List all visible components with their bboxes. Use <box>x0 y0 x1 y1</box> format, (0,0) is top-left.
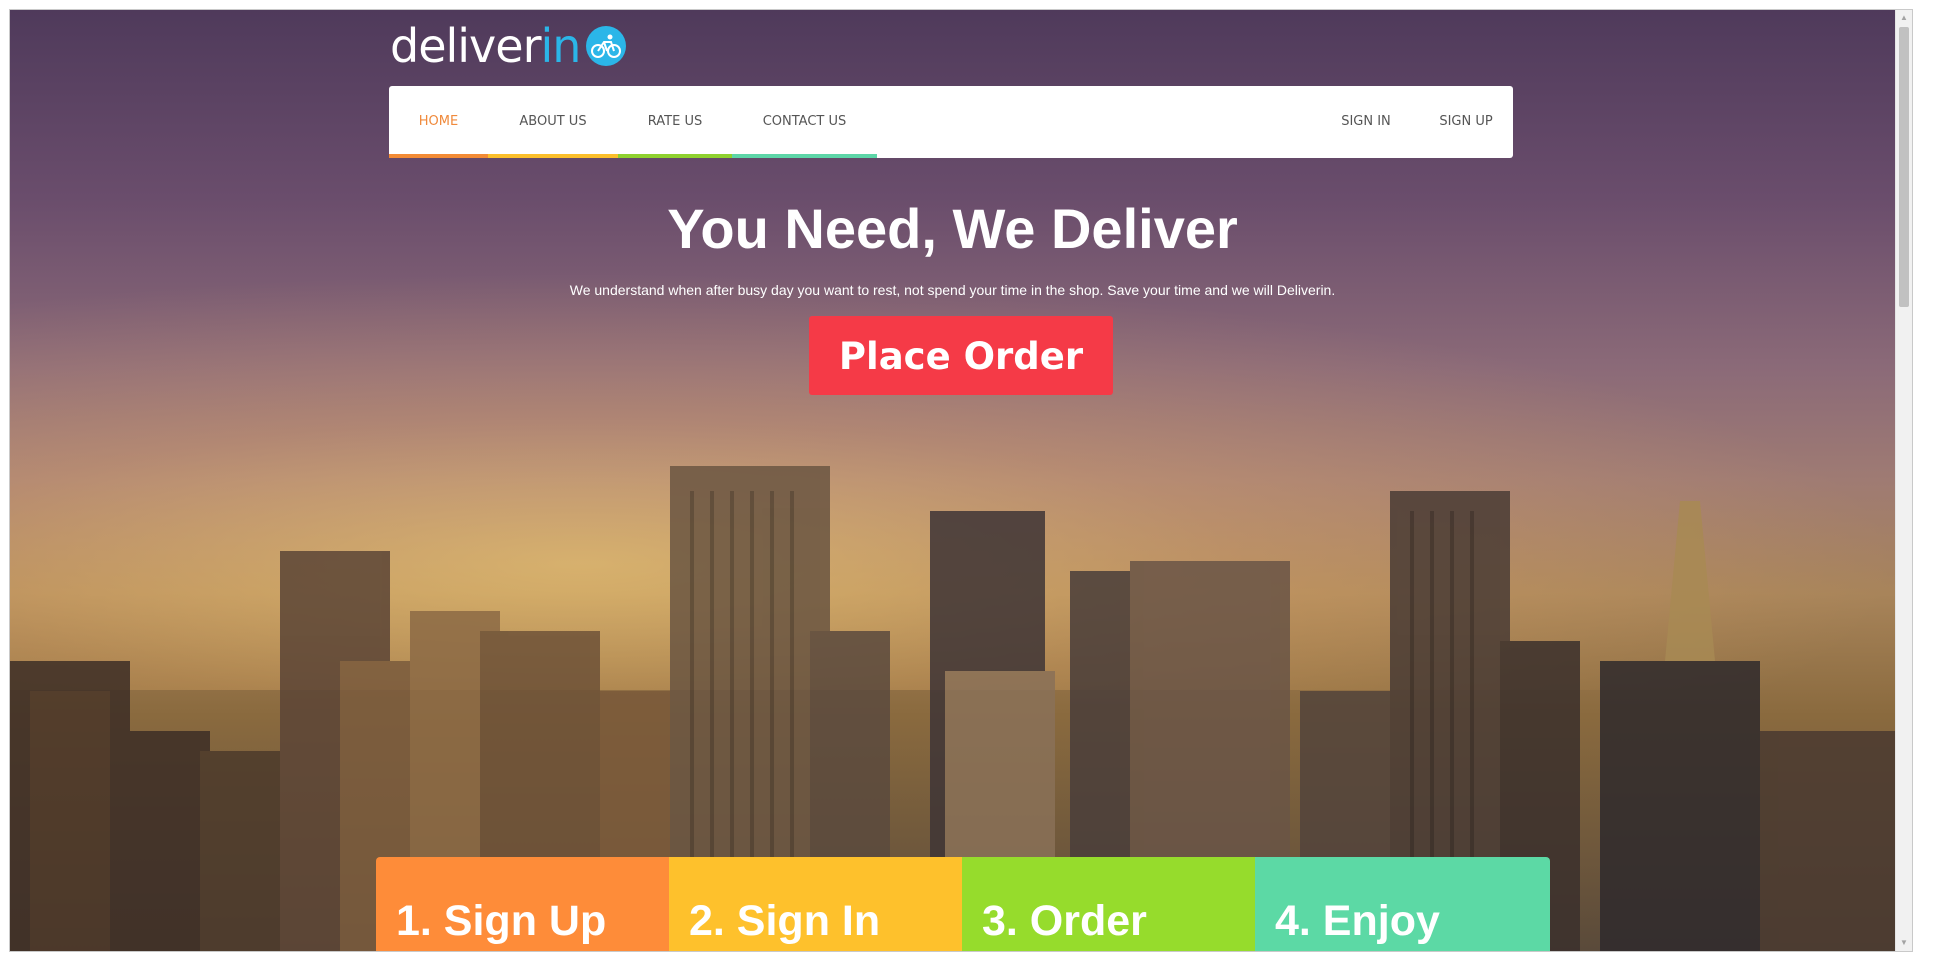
deliverin-logo[interactable]: deliverin <box>390 19 627 73</box>
scroll-up-arrow-icon[interactable]: ▲ <box>1896 10 1912 26</box>
step-sign-up[interactable]: 1. Sign Up <box>376 857 669 951</box>
bicycle-icon <box>586 26 627 66</box>
nav-rate-us[interactable]: RATE US <box>618 86 732 158</box>
step-order[interactable]: 3. Order <box>962 857 1255 951</box>
step-sign-in[interactable]: 2. Sign In <box>669 857 962 951</box>
scrollbar-thumb[interactable] <box>1899 27 1909 307</box>
browser-window: deliverin HOME ABOUT US RATE US CONTACT … <box>9 9 1913 952</box>
nav-stripe-home <box>389 154 488 158</box>
step-enjoy[interactable]: 4. Enjoy <box>1255 857 1550 951</box>
nav-home[interactable]: HOME <box>389 86 488 158</box>
nav-sign-up[interactable]: SIGN UP <box>1419 86 1513 158</box>
main-navbar: HOME ABOUT US RATE US CONTACT US SIGN IN… <box>389 86 1513 158</box>
scroll-down-arrow-icon[interactable]: ▼ <box>1896 935 1912 951</box>
nav-contact-us[interactable]: CONTACT US <box>732 86 877 158</box>
page-viewport: deliverin HOME ABOUT US RATE US CONTACT … <box>10 10 1912 951</box>
nav-stripe-about <box>488 154 618 158</box>
nav-sign-in[interactable]: SIGN IN <box>1321 86 1411 158</box>
place-order-button[interactable]: Place Order <box>809 316 1113 395</box>
hero-subtitle: We understand when after busy day you wa… <box>569 282 1336 298</box>
steps-bar: 1. Sign Up 2. Sign In 3. Order 4. Enjoy <box>376 857 1550 951</box>
logo-wordmark: deliverin <box>390 19 581 73</box>
hero-title: You Need, We Deliver <box>667 197 1238 260</box>
nav-about-us[interactable]: ABOUT US <box>488 86 618 158</box>
nav-stripe-contact <box>732 154 877 158</box>
nav-stripe-rate <box>618 154 732 158</box>
vertical-scrollbar[interactable]: ▲ ▼ <box>1895 10 1912 951</box>
